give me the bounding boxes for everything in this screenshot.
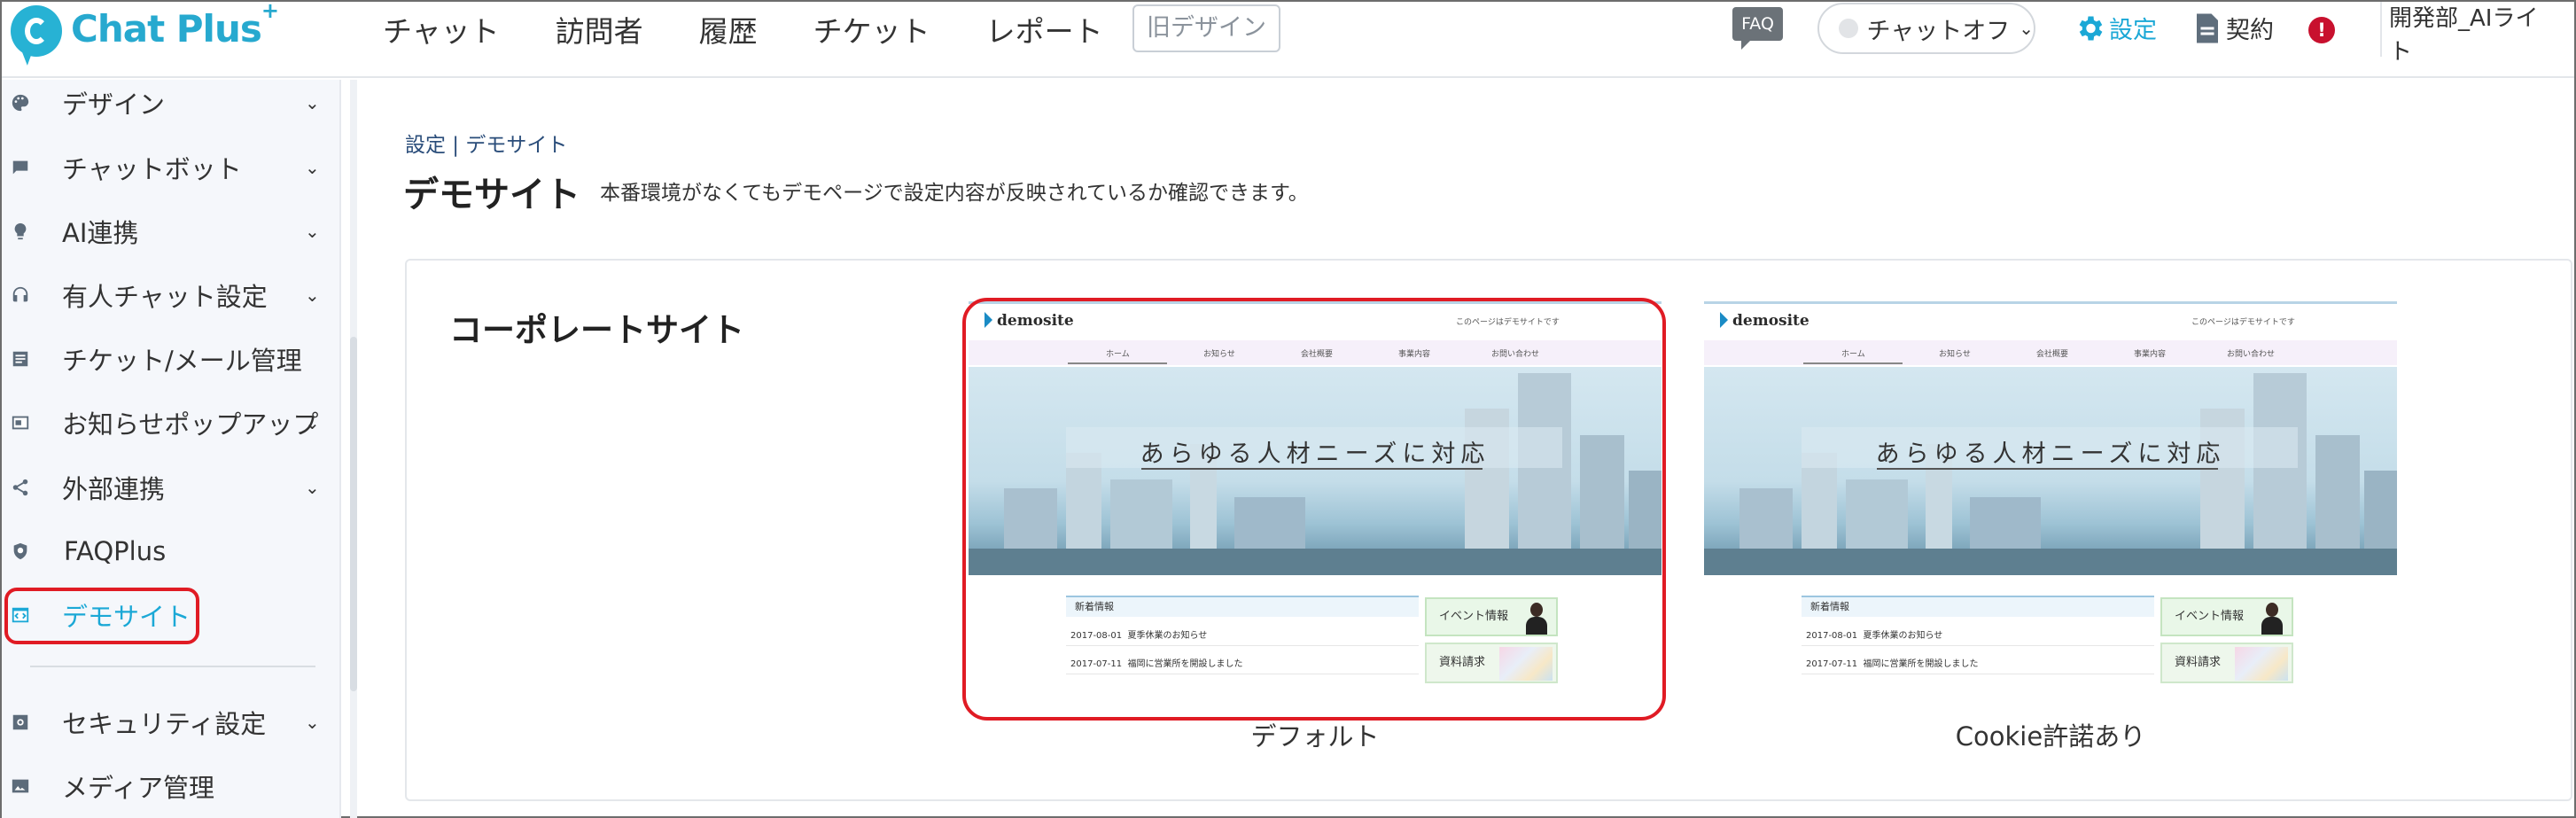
chevron-down-icon: ⌄ xyxy=(305,712,320,733)
hero-waterfront xyxy=(1704,549,2397,575)
sidebar-item-tickets-mail[interactable]: チケット/メール管理 xyxy=(2,332,330,386)
nav-reports[interactable]: レポート xyxy=(986,8,1103,51)
sidebar-item-label: デザイン xyxy=(62,90,166,120)
ticket-list-icon xyxy=(12,351,28,367)
chat-status-label: チャットオフ xyxy=(1866,17,2011,45)
nav-tickets[interactable]: チケット xyxy=(813,8,930,51)
thumb-nav-underline xyxy=(1803,362,1903,364)
demo-thumbnail-cookie[interactable]: demosite このページはデモサイトです ホーム お知らせ 会社概要 事業内… xyxy=(1704,301,2397,689)
sidebar-item-chatbot[interactable]: チャットボット ⌄ xyxy=(2,141,330,194)
top-header: Chat Plus+ チャット 訪問者 履歴 チケット レポート 旧デザイン F… xyxy=(2,0,2574,78)
breadcrumb[interactable]: 設定 | デモサイト xyxy=(405,128,567,158)
thumb-logo: demosite xyxy=(1720,312,1809,330)
sidebar-item-label: チケット/メール管理 xyxy=(62,346,302,376)
gear-icon xyxy=(2079,16,2103,40)
sidebar-divider xyxy=(30,666,315,667)
sidebar-item-security[interactable]: セキュリティ設定 ⌄ xyxy=(2,696,330,749)
thumb-nav-item: お知らせ xyxy=(1939,350,1971,359)
chevron-down-icon: ⌄ xyxy=(305,477,320,498)
headset-icon xyxy=(12,286,28,302)
card-title: コーポレートサイト xyxy=(449,311,744,349)
user-account-menu[interactable]: 開発部_AIライト xyxy=(2380,2,2557,66)
sidebar-item-live-chat[interactable]: 有人チャット設定 ⌄ xyxy=(2,269,330,322)
contract-link[interactable]: 契約 xyxy=(2194,11,2274,45)
palette-icon xyxy=(12,94,29,112)
image-icon xyxy=(12,779,29,793)
nav-history[interactable]: 履歴 xyxy=(699,8,758,51)
chevron-down-icon: ⌄ xyxy=(305,284,320,306)
thumb-nav-item: お問い合わせ xyxy=(2227,350,2276,359)
share-icon xyxy=(12,479,28,496)
selected-thumbnail-highlight xyxy=(962,298,1666,721)
nav-chat[interactable]: チャット xyxy=(383,8,500,51)
app-window: Chat Plus+ チャット 訪問者 履歴 チケット レポート 旧デザイン F… xyxy=(0,0,2576,818)
sidebar-item-faqplus[interactable]: FAQPlus xyxy=(2,525,330,578)
thumb-news-row: 2017-07-11 福岡に営業所を開設しました xyxy=(1806,659,1979,669)
person-icon xyxy=(2258,599,2286,635)
thumb-nav-item: 会社概要 xyxy=(2036,350,2069,359)
chevron-down-icon: ⌄ xyxy=(305,92,320,113)
page-title: デモサイト xyxy=(403,175,580,215)
faq-badge-icon[interactable]: FAQ xyxy=(1732,7,1783,50)
thumb-news-row: 2017-08-01 夏季休業のお知らせ xyxy=(1806,631,1943,641)
thumb-label-cookie[interactable]: Cookie許諾あり xyxy=(1704,716,2397,753)
chevron-down-icon: ⌄ xyxy=(305,157,320,178)
thumb-event-banner: イベント情報 xyxy=(2160,597,2293,636)
old-design-button[interactable]: 旧デザイン xyxy=(1132,4,1280,52)
document-icon xyxy=(2197,13,2218,43)
page-description: 本番環境がなくてもデモページで設定内容が反映されているか確認できます。 xyxy=(600,182,1309,205)
thumb-hero-cityscape xyxy=(1704,367,2397,575)
thumb-doc-banner: 資料請求 xyxy=(2160,643,2293,683)
sidebar-item-label: 外部連携 xyxy=(62,474,166,504)
thumb-nav: ホーム お知らせ 会社概要 事業内容 お問い合わせ xyxy=(1704,340,2397,365)
thumb-hero-copy: あらゆる人材ニーズに対応 xyxy=(1875,440,2226,468)
settings-link[interactable]: 設定 xyxy=(2074,11,2157,45)
sidebar-item-label: FAQPlus xyxy=(64,536,167,566)
nav-visitors[interactable]: 訪問者 xyxy=(556,8,643,51)
thumb-news-title: 新着情報 xyxy=(1802,596,2154,617)
chart-photo-icon xyxy=(2235,647,2288,681)
chat-bubble-icon xyxy=(12,160,28,175)
chat-status-dropdown[interactable]: チャットオフ ⌄ xyxy=(1817,3,2035,54)
settings-label: 設定 xyxy=(2109,17,2157,44)
scrollbar-thumb[interactable] xyxy=(350,337,357,691)
sidebar-item-media[interactable]: メディア管理 xyxy=(2,760,330,813)
sidebar-item-label: 有人チャット設定 xyxy=(62,282,268,312)
chat-bubble-logo-icon xyxy=(11,5,62,57)
thumb-nav-item: 事業内容 xyxy=(2134,350,2167,359)
status-dot-icon xyxy=(1839,19,1858,38)
chevron-down-icon: ⌄ xyxy=(305,221,320,242)
sidebar-item-label: AI連携 xyxy=(62,218,139,248)
sidebar-item-integrations[interactable]: 外部連携 ⌄ xyxy=(2,461,330,514)
chevron-down-icon: ⌄ xyxy=(305,412,320,433)
sidebar-item-label: セキュリティ設定 xyxy=(62,709,267,739)
popup-icon xyxy=(12,416,29,430)
sidebar-item-label: メディア管理 xyxy=(62,773,214,803)
contract-label: 契約 xyxy=(2226,17,2274,44)
chevron-down-icon: ⌄ xyxy=(2019,18,2034,39)
sidebar-scrollbar[interactable] xyxy=(350,80,357,818)
sidebar-item-ai[interactable]: AI連携 ⌄ xyxy=(2,205,330,258)
alert-icon[interactable]: ! xyxy=(2308,17,2335,43)
sidebar-item-label: チャットボット xyxy=(62,154,242,184)
thumb-nav-item: ホーム xyxy=(1841,350,1865,359)
logo-text: Chat Plus+ xyxy=(71,0,279,51)
faq-shield-icon xyxy=(13,542,27,560)
lightbulb-icon xyxy=(14,222,27,240)
thumb-top-line xyxy=(1704,301,2397,304)
thumb-label-default[interactable]: デフォルト xyxy=(969,716,1662,753)
active-item-highlight xyxy=(4,588,199,644)
sidebar-item-popup[interactable]: お知らせポップアップ ⌄ xyxy=(2,396,330,449)
thumb-news-divider xyxy=(1802,645,2154,646)
security-icon xyxy=(12,714,28,730)
sidebar-item-design[interactable]: デザイン ⌄ xyxy=(2,76,330,129)
sidebar-item-label: お知らせポップアップ xyxy=(62,409,319,440)
thumb-note: このページはデモサイトです xyxy=(2191,318,2295,327)
chat-plus-logo[interactable]: Chat Plus+ xyxy=(11,0,279,58)
top-navigation: チャット 訪問者 履歴 チケット レポート xyxy=(383,2,1159,57)
